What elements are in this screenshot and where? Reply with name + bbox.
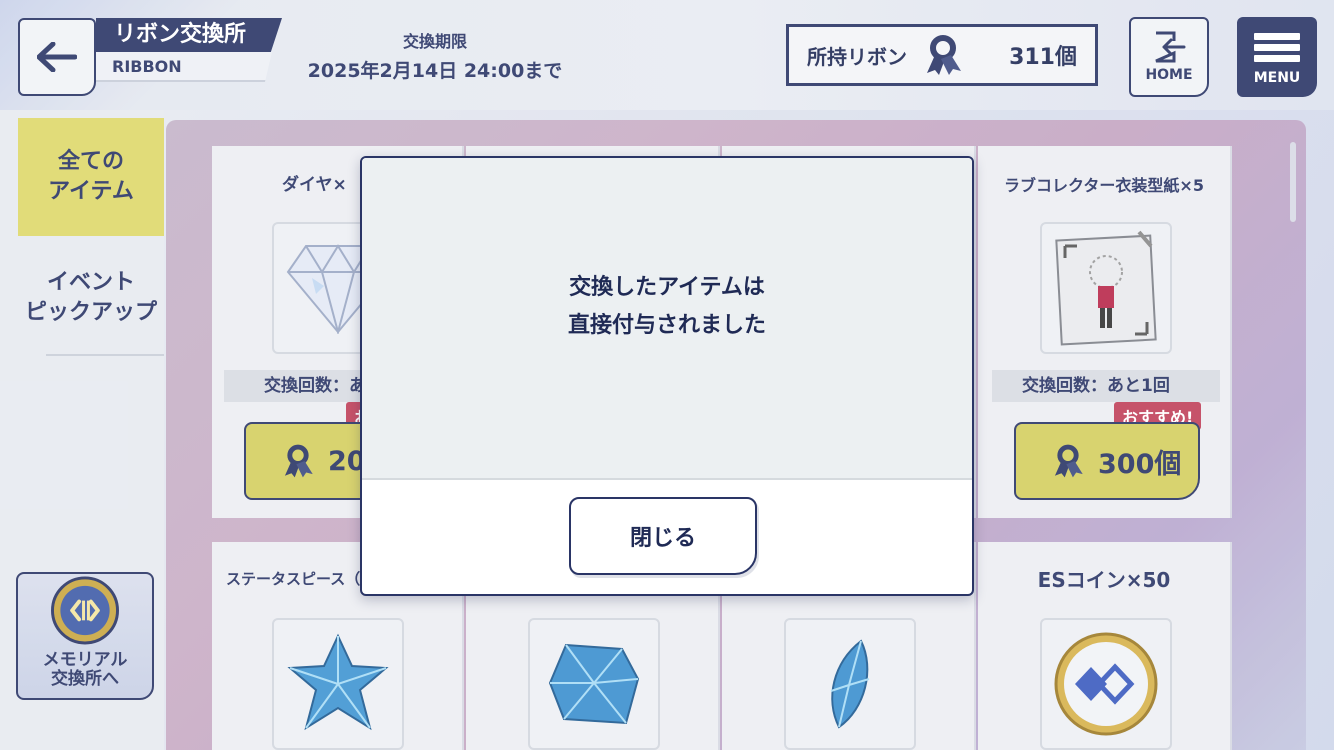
close-button[interactable]: 閉じる [569, 497, 757, 575]
dialog-message: 交換したアイテムは 直接付与されました [568, 269, 766, 346]
dialog-body: 交換したアイテムは 直接付与されました [362, 158, 972, 480]
exchange-result-dialog: 交換したアイテムは 直接付与されました 閉じる [360, 156, 974, 596]
dialog-message-line2: 直接付与されました [567, 313, 766, 338]
close-button-label: 閉じる [629, 526, 696, 551]
dialog-message-line1: 交換したアイテムは [569, 274, 765, 300]
